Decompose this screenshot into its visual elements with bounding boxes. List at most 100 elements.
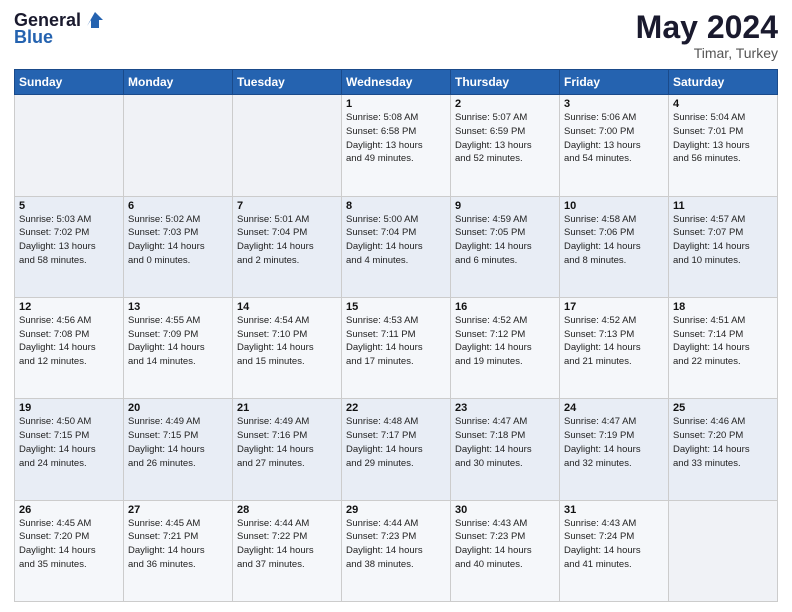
day-header-wednesday: Wednesday [342, 70, 451, 95]
logo-blue: Blue [14, 27, 107, 48]
day-info: Sunrise: 4:47 AMSunset: 7:18 PMDaylight:… [455, 415, 555, 470]
day-number: 15 [346, 301, 446, 313]
day-info: Sunrise: 4:47 AMSunset: 7:19 PMDaylight:… [564, 415, 664, 470]
week-row-4: 19Sunrise: 4:50 AMSunset: 7:15 PMDayligh… [15, 399, 778, 500]
day-info: Sunrise: 4:56 AMSunset: 7:08 PMDaylight:… [19, 314, 119, 369]
day-info: Sunrise: 4:43 AMSunset: 7:24 PMDaylight:… [564, 517, 664, 572]
calendar-cell: 10Sunrise: 4:58 AMSunset: 7:06 PMDayligh… [560, 196, 669, 297]
day-number: 11 [673, 200, 773, 212]
day-info: Sunrise: 4:48 AMSunset: 7:17 PMDaylight:… [346, 415, 446, 470]
week-row-3: 12Sunrise: 4:56 AMSunset: 7:08 PMDayligh… [15, 297, 778, 398]
calendar-cell: 2Sunrise: 5:07 AMSunset: 6:59 PMDaylight… [451, 95, 560, 196]
day-number: 29 [346, 504, 446, 516]
day-number: 27 [128, 504, 228, 516]
calendar-cell: 20Sunrise: 4:49 AMSunset: 7:15 PMDayligh… [124, 399, 233, 500]
calendar-cell: 29Sunrise: 4:44 AMSunset: 7:23 PMDayligh… [342, 500, 451, 601]
day-number: 2 [455, 98, 555, 110]
week-row-5: 26Sunrise: 4:45 AMSunset: 7:20 PMDayligh… [15, 500, 778, 601]
day-number: 19 [19, 402, 119, 414]
calendar-cell: 15Sunrise: 4:53 AMSunset: 7:11 PMDayligh… [342, 297, 451, 398]
calendar-cell: 24Sunrise: 4:47 AMSunset: 7:19 PMDayligh… [560, 399, 669, 500]
day-info: Sunrise: 4:55 AMSunset: 7:09 PMDaylight:… [128, 314, 228, 369]
calendar-cell: 31Sunrise: 4:43 AMSunset: 7:24 PMDayligh… [560, 500, 669, 601]
day-header-thursday: Thursday [451, 70, 560, 95]
day-number: 21 [237, 402, 337, 414]
calendar-cell: 8Sunrise: 5:00 AMSunset: 7:04 PMDaylight… [342, 196, 451, 297]
page: General Blue May 2024 Timar, Turkey Sund… [0, 0, 792, 612]
day-number: 17 [564, 301, 664, 313]
day-number: 16 [455, 301, 555, 313]
day-info: Sunrise: 5:01 AMSunset: 7:04 PMDaylight:… [237, 213, 337, 268]
calendar-cell: 5Sunrise: 5:03 AMSunset: 7:02 PMDaylight… [15, 196, 124, 297]
day-number: 3 [564, 98, 664, 110]
day-info: Sunrise: 5:03 AMSunset: 7:02 PMDaylight:… [19, 213, 119, 268]
day-info: Sunrise: 5:02 AMSunset: 7:03 PMDaylight:… [128, 213, 228, 268]
calendar-cell [669, 500, 778, 601]
calendar-cell: 9Sunrise: 4:59 AMSunset: 7:05 PMDaylight… [451, 196, 560, 297]
calendar-cell: 11Sunrise: 4:57 AMSunset: 7:07 PMDayligh… [669, 196, 778, 297]
day-number: 23 [455, 402, 555, 414]
day-info: Sunrise: 5:04 AMSunset: 7:01 PMDaylight:… [673, 111, 773, 166]
day-number: 8 [346, 200, 446, 212]
day-number: 6 [128, 200, 228, 212]
day-header-sunday: Sunday [15, 70, 124, 95]
day-number: 18 [673, 301, 773, 313]
calendar-cell: 13Sunrise: 4:55 AMSunset: 7:09 PMDayligh… [124, 297, 233, 398]
logo: General Blue [14, 10, 107, 47]
week-row-2: 5Sunrise: 5:03 AMSunset: 7:02 PMDaylight… [15, 196, 778, 297]
calendar-cell: 30Sunrise: 4:43 AMSunset: 7:23 PMDayligh… [451, 500, 560, 601]
calendar-cell: 22Sunrise: 4:48 AMSunset: 7:17 PMDayligh… [342, 399, 451, 500]
calendar-cell [15, 95, 124, 196]
day-number: 9 [455, 200, 555, 212]
header: General Blue May 2024 Timar, Turkey [14, 10, 778, 61]
day-info: Sunrise: 4:57 AMSunset: 7:07 PMDaylight:… [673, 213, 773, 268]
calendar-cell: 23Sunrise: 4:47 AMSunset: 7:18 PMDayligh… [451, 399, 560, 500]
calendar-cell: 17Sunrise: 4:52 AMSunset: 7:13 PMDayligh… [560, 297, 669, 398]
day-info: Sunrise: 5:06 AMSunset: 7:00 PMDaylight:… [564, 111, 664, 166]
day-number: 14 [237, 301, 337, 313]
calendar-cell: 14Sunrise: 4:54 AMSunset: 7:10 PMDayligh… [233, 297, 342, 398]
day-number: 4 [673, 98, 773, 110]
day-header-saturday: Saturday [669, 70, 778, 95]
calendar-cell: 21Sunrise: 4:49 AMSunset: 7:16 PMDayligh… [233, 399, 342, 500]
calendar-cell [124, 95, 233, 196]
calendar-cell: 7Sunrise: 5:01 AMSunset: 7:04 PMDaylight… [233, 196, 342, 297]
day-number: 25 [673, 402, 773, 414]
day-number: 24 [564, 402, 664, 414]
day-info: Sunrise: 4:52 AMSunset: 7:13 PMDaylight:… [564, 314, 664, 369]
calendar-table: SundayMondayTuesdayWednesdayThursdayFrid… [14, 69, 778, 602]
day-info: Sunrise: 4:49 AMSunset: 7:16 PMDaylight:… [237, 415, 337, 470]
calendar-cell: 28Sunrise: 4:44 AMSunset: 7:22 PMDayligh… [233, 500, 342, 601]
day-info: Sunrise: 4:53 AMSunset: 7:11 PMDaylight:… [346, 314, 446, 369]
day-info: Sunrise: 5:07 AMSunset: 6:59 PMDaylight:… [455, 111, 555, 166]
day-number: 7 [237, 200, 337, 212]
day-number: 13 [128, 301, 228, 313]
calendar-cell: 1Sunrise: 5:08 AMSunset: 6:58 PMDaylight… [342, 95, 451, 196]
calendar-cell: 3Sunrise: 5:06 AMSunset: 7:00 PMDaylight… [560, 95, 669, 196]
title-block: May 2024 Timar, Turkey [636, 10, 778, 61]
day-info: Sunrise: 5:08 AMSunset: 6:58 PMDaylight:… [346, 111, 446, 166]
day-number: 22 [346, 402, 446, 414]
day-number: 31 [564, 504, 664, 516]
week-row-1: 1Sunrise: 5:08 AMSunset: 6:58 PMDaylight… [15, 95, 778, 196]
day-info: Sunrise: 4:58 AMSunset: 7:06 PMDaylight:… [564, 213, 664, 268]
calendar-cell: 16Sunrise: 4:52 AMSunset: 7:12 PMDayligh… [451, 297, 560, 398]
day-info: Sunrise: 4:46 AMSunset: 7:20 PMDaylight:… [673, 415, 773, 470]
day-number: 26 [19, 504, 119, 516]
day-info: Sunrise: 4:44 AMSunset: 7:23 PMDaylight:… [346, 517, 446, 572]
day-info: Sunrise: 4:54 AMSunset: 7:10 PMDaylight:… [237, 314, 337, 369]
calendar-header-row: SundayMondayTuesdayWednesdayThursdayFrid… [15, 70, 778, 95]
calendar-cell: 26Sunrise: 4:45 AMSunset: 7:20 PMDayligh… [15, 500, 124, 601]
day-info: Sunrise: 4:44 AMSunset: 7:22 PMDaylight:… [237, 517, 337, 572]
subtitle: Timar, Turkey [636, 45, 778, 61]
day-number: 30 [455, 504, 555, 516]
calendar-cell: 19Sunrise: 4:50 AMSunset: 7:15 PMDayligh… [15, 399, 124, 500]
day-info: Sunrise: 4:49 AMSunset: 7:15 PMDaylight:… [128, 415, 228, 470]
day-info: Sunrise: 4:43 AMSunset: 7:23 PMDaylight:… [455, 517, 555, 572]
calendar-cell: 27Sunrise: 4:45 AMSunset: 7:21 PMDayligh… [124, 500, 233, 601]
day-info: Sunrise: 5:00 AMSunset: 7:04 PMDaylight:… [346, 213, 446, 268]
day-number: 10 [564, 200, 664, 212]
calendar-cell: 4Sunrise: 5:04 AMSunset: 7:01 PMDaylight… [669, 95, 778, 196]
calendar-cell: 18Sunrise: 4:51 AMSunset: 7:14 PMDayligh… [669, 297, 778, 398]
day-info: Sunrise: 4:52 AMSunset: 7:12 PMDaylight:… [455, 314, 555, 369]
